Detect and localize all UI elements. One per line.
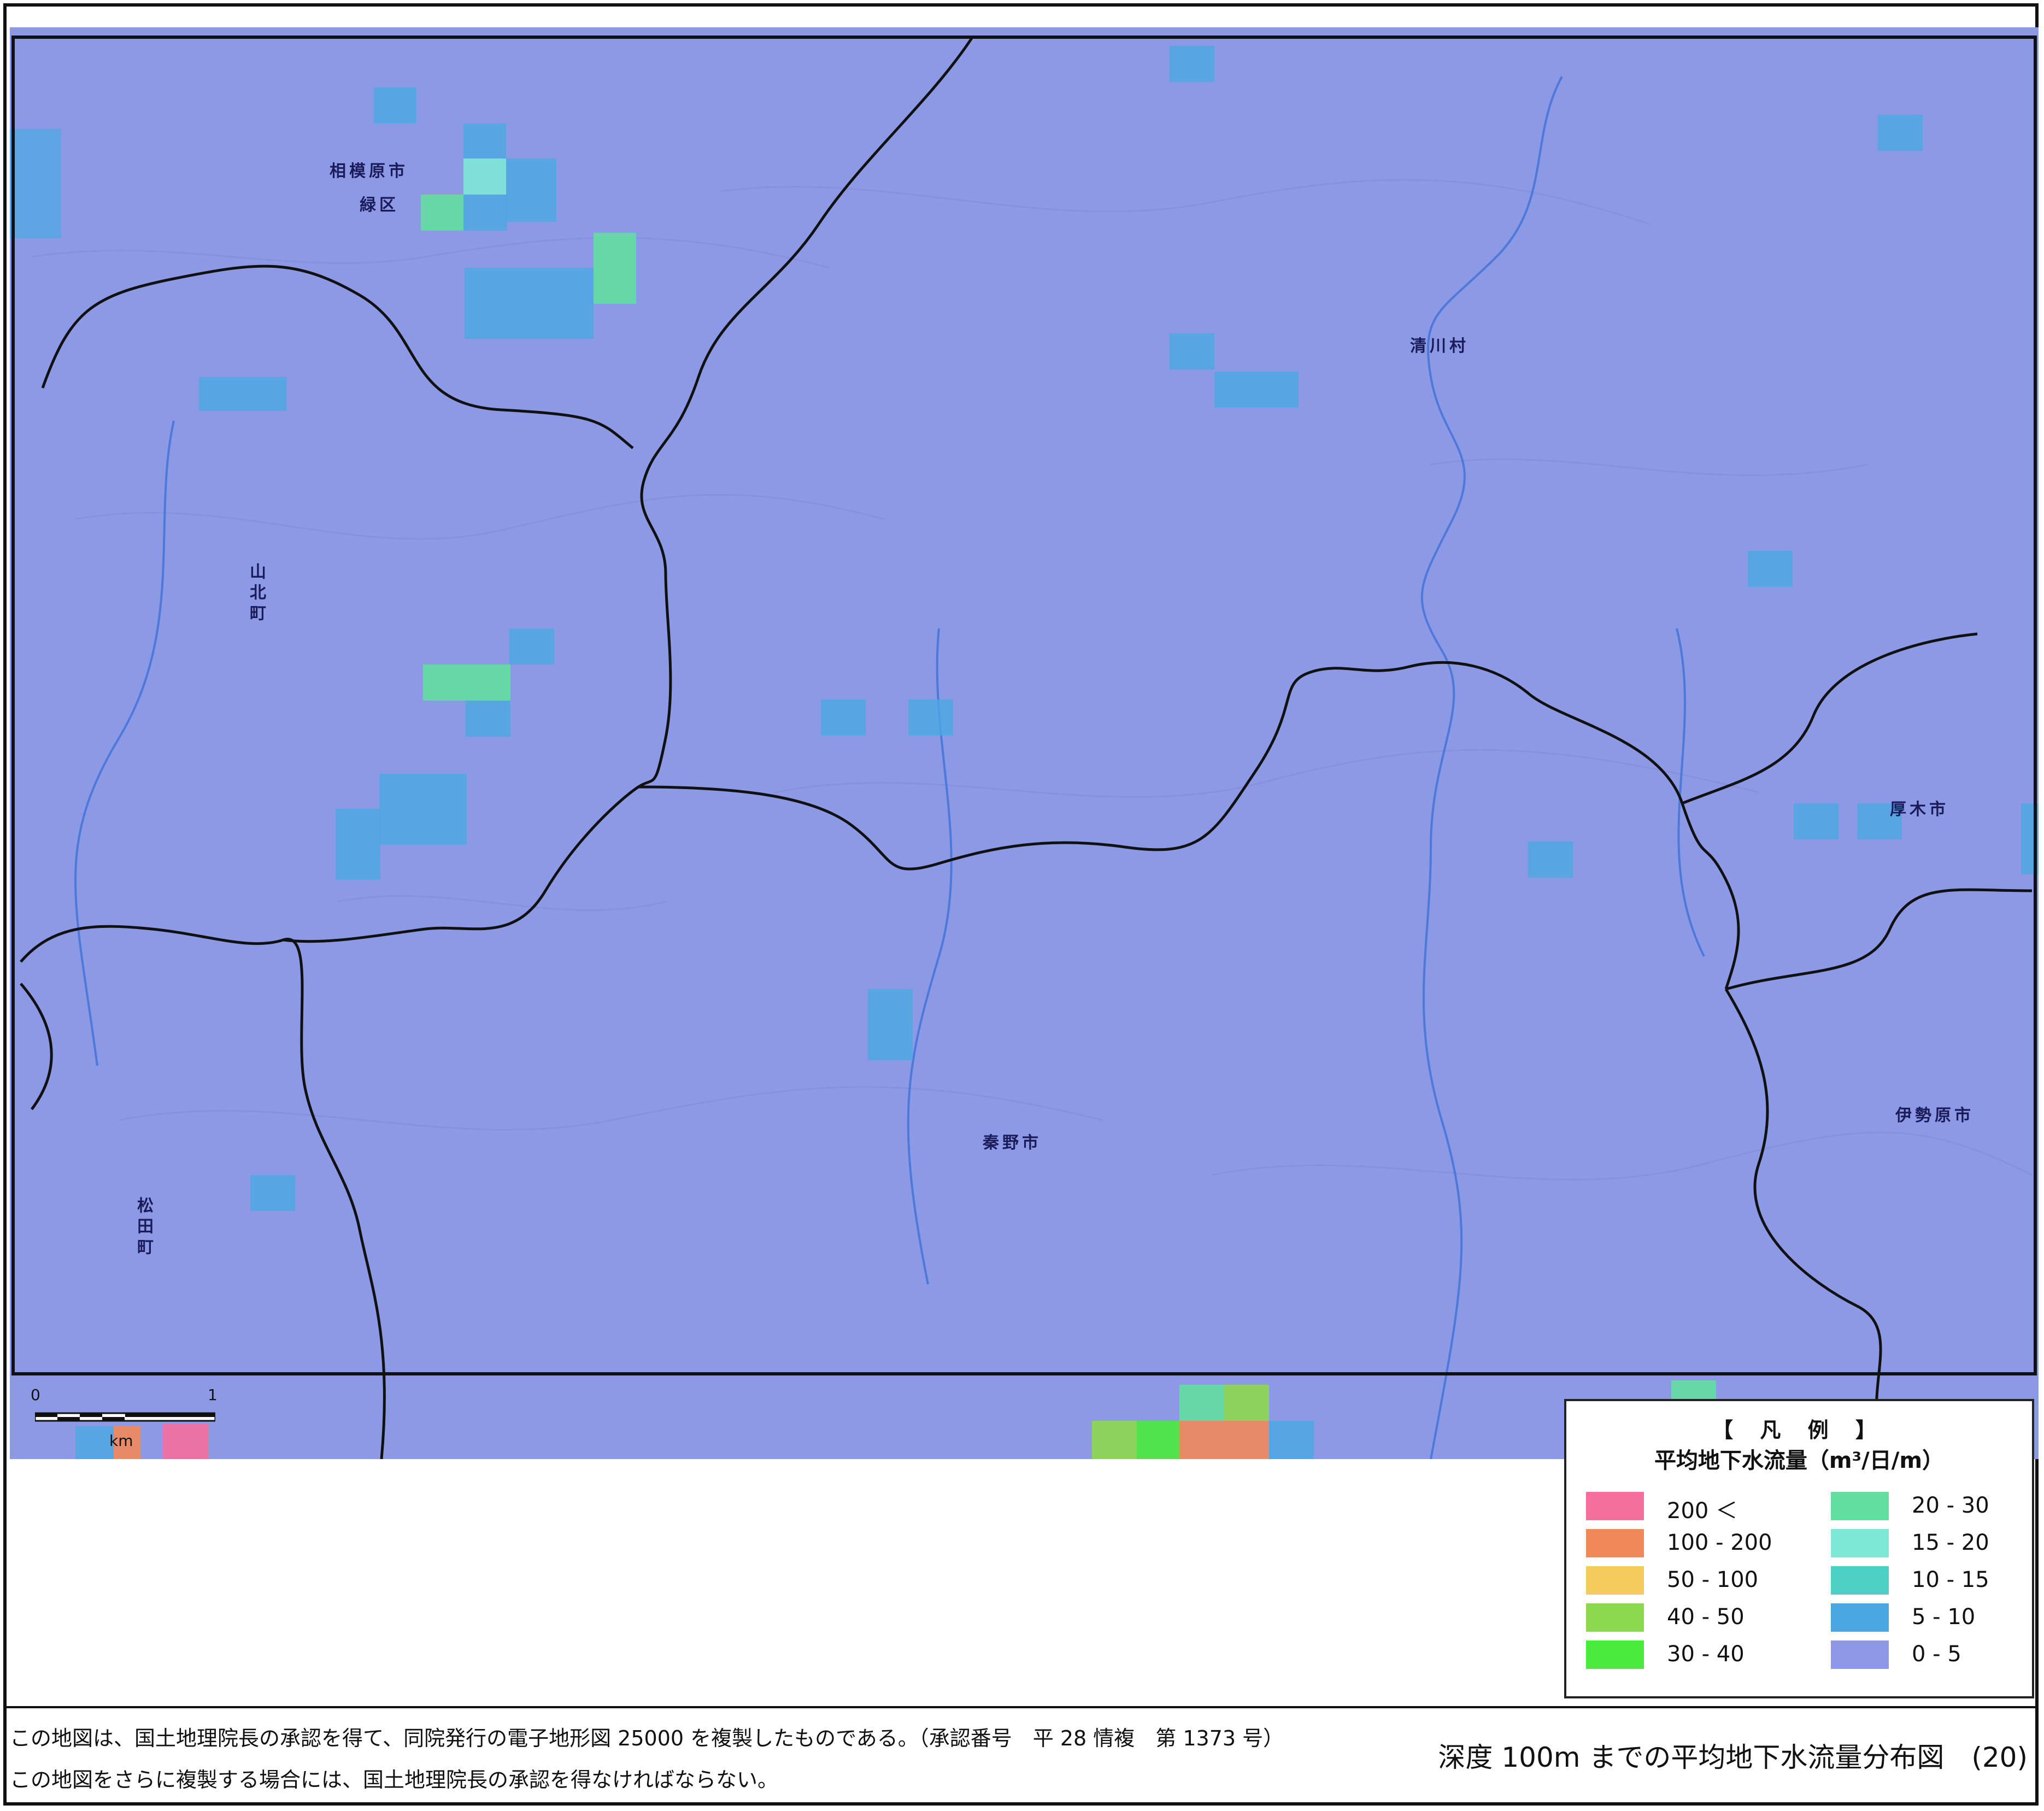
- place-label-atsugi: 厚木市: [1890, 800, 1949, 819]
- legend-label: 200 ＜: [1667, 1498, 1738, 1524]
- flow-cell: [1092, 1421, 1137, 1459]
- legend-swatch: [1586, 1603, 1644, 1632]
- flow-cell: [423, 665, 510, 701]
- legend-label: 40 - 50: [1667, 1604, 1745, 1630]
- legend-label: 10 - 15: [1912, 1567, 1989, 1592]
- map-canvas: [10, 27, 2039, 1459]
- legend-label: 50 - 100: [1667, 1567, 1759, 1592]
- place-label-sagamihara: 相模原市: [330, 162, 408, 181]
- legend-label: 100 - 200: [1667, 1530, 1772, 1555]
- legend-label: 0 - 5: [1912, 1642, 1961, 1667]
- flow-cell: [1528, 842, 1573, 878]
- flow-cell: [1878, 115, 1923, 151]
- legend-swatch: [1586, 1492, 1644, 1520]
- flow-cell: [10, 129, 61, 238]
- flow-cell: [1269, 1421, 1314, 1459]
- flow-cell: [868, 989, 913, 1060]
- flow-cell: [379, 774, 467, 845]
- scale-bar: 0 1 km: [27, 1386, 224, 1462]
- scale-zero: 0: [31, 1386, 40, 1404]
- place-label-isehara: 伊勢原市: [1895, 1106, 1974, 1125]
- flow-cell: [509, 628, 554, 665]
- legend-label: 15 - 20: [1912, 1530, 1989, 1555]
- flow-cell: [1170, 333, 1214, 369]
- flow-cell: [1748, 551, 1793, 587]
- legend-swatch: [1831, 1641, 1889, 1669]
- legend-swatch: [1586, 1529, 1644, 1557]
- flow-cell: [374, 87, 416, 124]
- map-title: 深度 100m までの平均地下水流量分布図 (20): [1438, 1742, 2028, 1773]
- flow-cell: [908, 699, 953, 736]
- legend-swatch: [1831, 1529, 1889, 1557]
- flow-cell: [463, 158, 506, 195]
- footer-divider: [3, 1706, 2039, 1708]
- scale-ruler: [35, 1412, 215, 1422]
- place-label-hadano: 秦野市: [983, 1133, 1042, 1153]
- legend-label: 30 - 40: [1667, 1642, 1745, 1667]
- map-area[interactable]: 相模原市 緑区 山北町 清川村 厚木市 伊勢原市 秦野市 松田町: [10, 27, 2039, 1459]
- scale-unit: km: [109, 1432, 133, 1450]
- flow-cell: [821, 699, 866, 736]
- legend-label: 20 - 30: [1912, 1493, 1989, 1518]
- place-label-yamakita: 山北町: [246, 563, 266, 625]
- flow-cell: [1794, 803, 1839, 839]
- flow-cell: [1179, 1421, 1269, 1459]
- flow-cell: [463, 124, 506, 160]
- flow-cell: [1137, 1421, 1182, 1459]
- flow-cell: [1224, 1385, 1269, 1421]
- legend-subtitle: 平均地下水流量（m³/日/m）: [1654, 1448, 1945, 1473]
- flow-cell: [199, 377, 286, 411]
- legend-label: 5 - 10: [1912, 1604, 1976, 1630]
- place-label-midori: 緑区: [360, 196, 399, 215]
- legend-title: 【 凡 例 】: [1712, 1418, 1886, 1442]
- flow-cell: [465, 268, 594, 339]
- place-label-matsuda: 松田町: [134, 1197, 153, 1259]
- place-label-kiyokawa: 清川村: [1410, 337, 1469, 356]
- footer-note-approval: この地図は、国土地理院長の承認を得て、同院発行の電子地形図 25000 を複製し…: [10, 1726, 1284, 1750]
- legend: 【 凡 例 】 平均地下水流量（m³/日/m） 200 ＜ 100 - 200 …: [1564, 1399, 2034, 1698]
- legend-swatch: [1831, 1566, 1889, 1595]
- flow-cell: [466, 701, 510, 737]
- flow-cell: [1170, 46, 1214, 82]
- legend-swatch: [1586, 1566, 1644, 1595]
- flow-cell: [594, 233, 636, 304]
- flow-cell: [1179, 1385, 1224, 1421]
- flow-cell: [336, 809, 380, 880]
- legend-swatch: [1831, 1492, 1889, 1520]
- map-base: [10, 27, 2039, 1459]
- scale-one: 1: [208, 1386, 218, 1404]
- legend-swatch: [1586, 1641, 1644, 1669]
- flow-cell: [250, 1175, 295, 1211]
- footer-note-reproduction: この地図をさらに複製する場合には、国土地理院長の承認を得なければならない。: [10, 1768, 779, 1792]
- flow-cell: [506, 158, 556, 222]
- flow-cell: [421, 195, 465, 231]
- legend-swatch: [1831, 1603, 1889, 1632]
- flow-cell: [1214, 372, 1299, 408]
- flow-cell: [463, 195, 507, 231]
